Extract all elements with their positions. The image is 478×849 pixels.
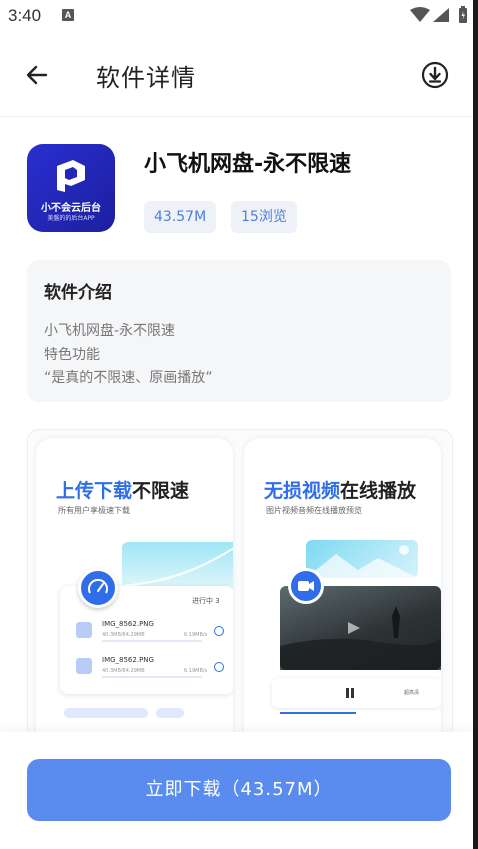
screenshot-upload-download[interactable]: 上传下载不限速 所有用户享极速下载 进行中 3 IMG_8562.PNG 40.… [36,438,233,750]
size-badge: 43.57M [144,201,217,233]
file-size: 40.3MB/64.29MB [102,632,145,638]
back-arrow-icon[interactable] [22,60,52,90]
top-app-bar: 软件详情 [0,32,473,117]
app-name: 小飞机网盘-永不限速 [144,152,352,177]
page-title: 软件详情 [96,64,196,92]
file-speed: 6.19MB/s [184,668,208,674]
placeholder-bar [64,708,148,718]
video-progress [280,712,356,714]
signal-icon [433,8,449,22]
intro-heading: 软件介绍 [44,283,112,303]
screenshot-subtitle: 图片视频音频在线播放预览 [266,506,362,515]
file-progress [102,640,202,642]
file-speed: 6.19MB/s [184,632,208,638]
screenshot-gallery[interactable]: 上传下载不限速 所有用户享极速下载 进行中 3 IMG_8562.PNG 40.… [27,429,453,751]
placeholder-bar [156,708,184,718]
download-button[interactable]: 立即下载（43.57M） [27,759,451,821]
screenshot-title: 上传下载不限速 [56,480,190,502]
app-logo-icon [57,160,85,192]
image-file-icon [76,658,92,674]
screenshot-title: 无损视频在线播放 [264,480,417,502]
intro-line: 小飞机网盘-永不限速 [44,323,176,339]
quality-label: 超高清 [404,690,420,696]
file-progress [102,676,202,678]
notification-icon: A [62,9,74,21]
file-size: 40.3MB/64.29MB [102,668,145,674]
image-preview [306,540,418,578]
file-name: IMG_8562.PNG [102,656,154,664]
status-bar: 3:40 A [0,0,473,32]
bottom-action-bar: 立即下载（43.57M） [0,732,473,849]
pause-icon [214,626,224,636]
screen-edge [473,0,478,849]
video-camera-icon [288,568,324,604]
battery-icon [459,6,467,23]
app-icon: 小不会云后台 美盤的的后台APP [27,144,115,232]
screenshot-subtitle: 所有用户享极速下载 [58,506,130,515]
file-row: IMG_8562.PNG 40.3MB/64.29MB 6.19MB/s [76,618,226,648]
wifi-icon [410,7,430,22]
intro-card: 软件介绍 小飞机网盘-永不限速 特色功能 “是真的不限速、原画播放” [27,260,451,402]
transfer-status: 进行中 3 [192,597,220,605]
pause-icon [214,662,224,672]
speedometer-icon [78,568,118,608]
intro-line: 特色功能 [44,347,100,363]
intro-line: “是真的不限速、原画播放” [44,370,213,386]
status-time: 3:40 [8,6,42,25]
screenshot-video-play[interactable]: 无损视频在线播放 图片视频音频在线播放预览 超高清 [244,438,441,750]
speed-graph [121,542,233,592]
download-icon[interactable] [420,60,450,90]
file-name: IMG_8562.PNG [102,620,154,628]
image-file-icon [76,622,92,638]
video-controls: 超高清 [272,678,441,708]
file-row: IMG_8562.PNG 40.3MB/64.29MB 6.19MB/s [76,654,226,684]
app-icon-text: 小不会云后台 [41,203,101,214]
views-badge: 15浏览 [231,201,297,233]
pause-icon [346,688,354,698]
app-icon-subtext: 美盤的的后台APP [47,215,95,222]
